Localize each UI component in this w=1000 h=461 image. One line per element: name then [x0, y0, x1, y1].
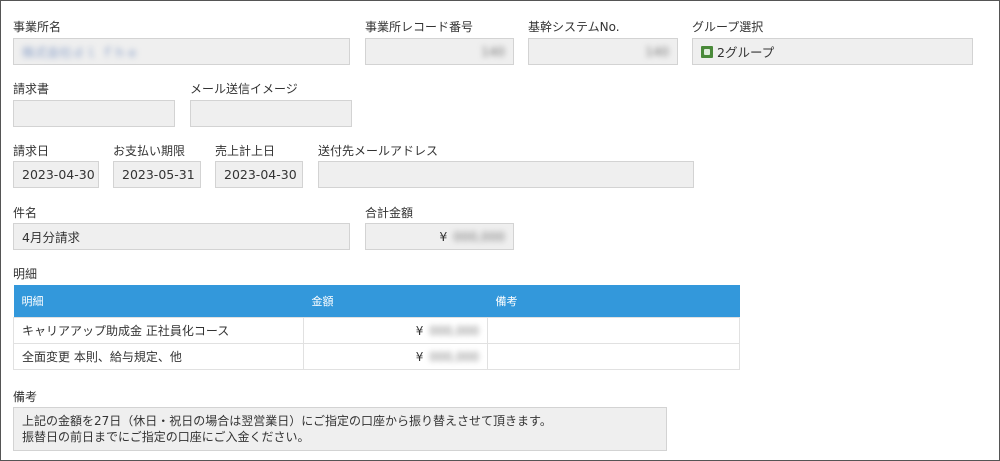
invoice-record-form: 事業所名 株式会社ｄｌ ｆｈｅ 事業所レコード番号 140 基幹システムNo. …	[0, 0, 1000, 461]
details-header-note: 備考	[487, 285, 740, 318]
total-label: 合計金額	[365, 206, 414, 220]
office-name-label: 事業所名	[13, 20, 62, 34]
row-item: キャリアアップ助成金 正社員化コース	[13, 317, 304, 344]
sales-date-label: 売上計上日	[215, 144, 276, 158]
details-table: 明細 金額 備考 キャリアアップ助成金 正社員化コース ¥000,000 全面変…	[13, 285, 740, 370]
payment-due-label: お支払い期限	[113, 144, 186, 158]
office-record-no-field: 140	[365, 38, 514, 65]
sales-date-field: 2023-04-30	[215, 161, 303, 188]
table-row: 全面変更 本則、給与規定、他 ¥000,000	[13, 343, 740, 370]
mail-image-label: メール送信イメージ	[190, 82, 298, 96]
row-item: 全面変更 本則、給与規定、他	[13, 343, 304, 370]
core-system-no-label: 基幹システムNo.	[528, 20, 620, 34]
core-system-no-field: 140	[528, 38, 678, 65]
details-header-row: 明細 金額 備考	[13, 285, 740, 318]
total-value: 000,000	[453, 229, 505, 244]
invoice-date-value: 2023-04-30	[22, 167, 95, 182]
row-note	[487, 317, 740, 344]
row-amount-value: 000,000	[429, 349, 479, 364]
payment-due-field: 2023-05-31	[113, 161, 201, 188]
subject-label: 件名	[13, 206, 38, 220]
remarks-label: 備考	[13, 390, 38, 404]
group-select-label: グループ選択	[692, 20, 764, 34]
invoice-date-label: 請求日	[13, 144, 50, 158]
invoice-field	[13, 100, 175, 127]
remarks-line-1: 上記の金額を27日（休日・祝日の場合は翌営業日）にご指定の口座から振り替えさせて…	[22, 414, 552, 428]
row-currency: ¥	[415, 323, 424, 338]
office-name-field: 株式会社ｄｌ ｆｈｅ	[13, 38, 350, 65]
send-email-field	[318, 161, 694, 188]
group-select-value: 2グループ	[717, 45, 775, 60]
details-header-item: 明細	[13, 285, 304, 318]
subject-field: 4月分請求	[13, 223, 350, 250]
table-row: キャリアアップ助成金 正社員化コース ¥000,000	[13, 317, 740, 344]
details-section-label: 明細	[13, 267, 38, 281]
mail-image-field	[190, 100, 352, 127]
row-note	[487, 343, 740, 370]
payment-due-value: 2023-05-31	[122, 167, 195, 182]
total-currency: ¥	[439, 229, 448, 244]
details-header-amount: 金額	[303, 285, 488, 318]
core-system-no-value: 140	[645, 44, 669, 59]
send-email-label: 送付先メールアドレス	[318, 144, 439, 158]
group-icon	[701, 45, 713, 58]
row-amount-value: 000,000	[429, 323, 479, 338]
office-record-no-label: 事業所レコード番号	[365, 20, 474, 34]
invoice-date-field: 2023-04-30	[13, 161, 99, 188]
office-name-value: 株式会社ｄｌ ｆｈｅ	[22, 45, 139, 60]
group-select-field: 2グループ	[692, 38, 973, 65]
total-field: ¥ 000,000	[365, 223, 514, 250]
remarks-line-2: 振替日の前日までにご指定の口座にご入金ください。	[22, 430, 310, 444]
row-amount: ¥000,000	[303, 317, 488, 344]
remarks-field: 上記の金額を27日（休日・祝日の場合は翌営業日）にご指定の口座から振り替えさせて…	[13, 407, 667, 451]
invoice-label: 請求書	[13, 82, 50, 96]
row-currency: ¥	[415, 349, 424, 364]
row-amount: ¥000,000	[303, 343, 488, 370]
office-record-no-value: 140	[481, 44, 505, 59]
sales-date-value: 2023-04-30	[224, 167, 297, 182]
subject-value: 4月分請求	[22, 230, 80, 245]
